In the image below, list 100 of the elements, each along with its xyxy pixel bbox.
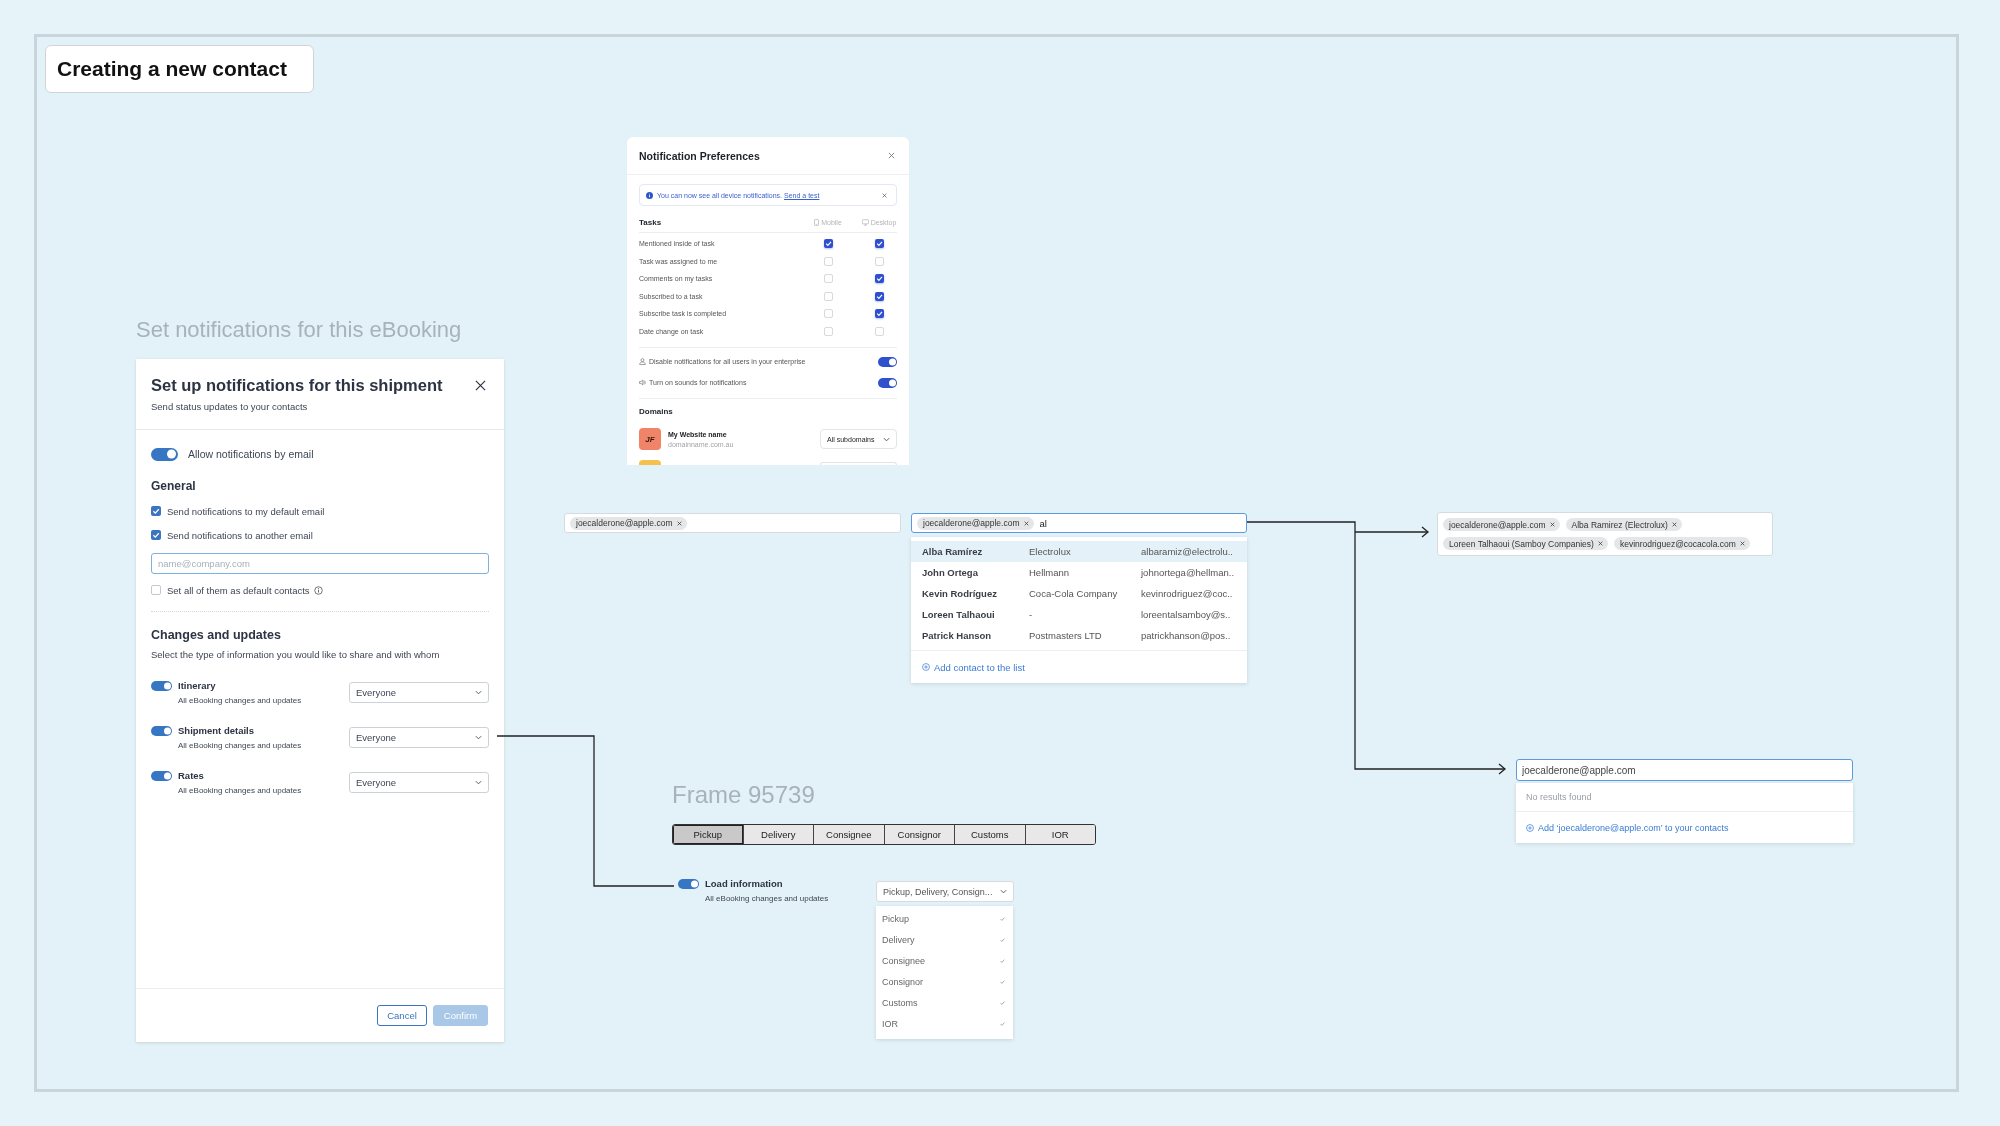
board-title: Creating a new contact	[45, 45, 314, 93]
checkbox[interactable]	[874, 326, 884, 336]
toggle-description: All eBooking changes and updates	[705, 893, 829, 905]
checkbox[interactable]	[874, 274, 884, 284]
section-heading: Domains	[639, 406, 674, 418]
chip-label: joecalderone@apple.com	[576, 518, 673, 528]
phone-icon	[814, 218, 820, 226]
toggle-label: Rates	[178, 770, 205, 782]
toggle-switch[interactable]	[878, 377, 897, 388]
email-search-field[interactable]: joecalderone@apple.com	[1516, 759, 1853, 781]
checkbox[interactable]	[151, 585, 161, 595]
toggle-description: All eBooking changes and updates	[178, 695, 302, 707]
checkbox[interactable]	[823, 326, 833, 336]
toggle-description: All eBooking changes and updates	[178, 740, 302, 752]
option-label[interactable]: Delivery	[882, 935, 915, 945]
section-heading: General	[151, 479, 197, 493]
option-label[interactable]: Consignee	[882, 956, 926, 966]
toggle-description: All eBooking changes and updates	[178, 785, 302, 797]
chevron-down-icon	[475, 780, 482, 785]
tab[interactable]: Customs	[954, 825, 1025, 844]
tab[interactable]: Delivery	[742, 825, 813, 844]
monitor-icon	[861, 218, 869, 226]
chevron-down-icon	[475, 690, 482, 695]
contacts-field[interactable]: joecalderone@apple.com Alba Ramirez (Electrolux) Loreen Talhaoui (Samboy Companies) kevinrodriguez@cocacola.com	[1437, 512, 1773, 556]
panel-title: Notification Preferences	[639, 149, 760, 162]
remove-icon[interactable]	[676, 520, 682, 526]
dialog-title: Set up notifications for this shipment	[151, 375, 443, 395]
remove-icon[interactable]	[1671, 522, 1677, 527]
checkbox[interactable]	[823, 239, 833, 249]
checkbox[interactable]	[823, 256, 833, 266]
checkbox[interactable]	[823, 309, 833, 319]
search-input[interactable]: al	[1039, 517, 1054, 529]
toggle-label: Itinerary	[178, 680, 217, 692]
email-field[interactable]: joecalderone@apple.com	[564, 513, 901, 533]
checkbox[interactable]	[874, 239, 884, 249]
cancel-button[interactable]: Cancel	[377, 1005, 427, 1026]
toggle-label: Shipment details	[178, 725, 255, 737]
toggle-label: Load information	[705, 878, 784, 890]
search-field[interactable]: joecalderone@apple.com al	[911, 513, 1247, 533]
checkbox[interactable]	[874, 256, 884, 266]
domain-logo: JF	[639, 428, 661, 450]
section-heading: Changes and updates	[151, 627, 282, 643]
contact-option[interactable]: Alba Ramírez Electrolux albaramiz@electrolu..	[911, 541, 1247, 562]
remove-icon[interactable]	[1739, 541, 1745, 546]
frame-caption: Frame 95739	[672, 781, 816, 809]
checkbox-label: Send notifications to another email	[167, 529, 313, 541]
section-description: Select the type of information you would like to share and with whom	[151, 648, 441, 662]
close-icon[interactable]	[475, 379, 486, 391]
audience-select[interactable]: Everyone	[349, 682, 489, 703]
toggle-switch[interactable]	[678, 879, 699, 889]
logo-icon	[639, 460, 661, 465]
user-icon	[639, 358, 646, 365]
checkbox-label: Set all of them as default contacts	[167, 584, 310, 596]
checkbox[interactable]	[151, 506, 161, 516]
audience-select[interactable]: Everyone	[349, 772, 489, 793]
tab[interactable]: IOR	[1024, 825, 1095, 844]
tab[interactable]: Pickup	[673, 825, 743, 844]
chip-label: Alba Ramirez (Electrolux)	[1571, 519, 1668, 530]
contact-option[interactable]: John Ortega Hellmann johnortega@hellman..	[911, 562, 1247, 583]
toggle-switch[interactable]	[151, 771, 172, 781]
contact-option[interactable]: Kevin Rodríguez Coca-Cola Company kevinrodriguez@coc..	[911, 583, 1247, 604]
option-label[interactable]: Consignor	[882, 977, 924, 987]
checkbox[interactable]	[823, 291, 833, 301]
add-circle-icon	[922, 663, 930, 671]
chevron-down-icon	[475, 735, 482, 740]
dialog-subtitle: Send status updates to your contacts	[151, 400, 309, 414]
toggle-switch[interactable]	[151, 447, 178, 461]
tab[interactable]: Consignee	[813, 825, 884, 844]
checkbox[interactable]	[151, 530, 161, 540]
toggle-switch[interactable]	[151, 726, 172, 736]
toggle-switch[interactable]	[151, 681, 172, 691]
option-label[interactable]: IOR	[882, 1019, 898, 1029]
speaker-icon	[639, 379, 646, 386]
info-icon	[646, 191, 653, 199]
checkbox[interactable]	[874, 309, 884, 319]
checkbox-label: Send notifications to my default email	[167, 505, 325, 517]
chevron-down-icon	[883, 436, 890, 442]
contact-option[interactable]: Patrick Hanson Postmasters LTD patrickhanson@pos..	[911, 625, 1247, 646]
checkbox[interactable]	[874, 291, 884, 301]
toggle-label: Allow notifications by email	[188, 448, 314, 460]
add-contact-link[interactable]: Add contact to the list	[922, 661, 1025, 673]
remove-icon[interactable]	[1549, 522, 1555, 527]
add-contact-link[interactable]: Add ‘joecalderone@apple.com’ to your contacts	[1526, 822, 1729, 833]
chevron-down-icon	[1000, 889, 1007, 894]
option-label[interactable]: Customs	[882, 998, 918, 1008]
audience-select[interactable]: Everyone	[349, 727, 489, 748]
checkbox[interactable]	[823, 274, 833, 284]
chip-label: kevinrodriguez@cocacola.com	[1619, 538, 1736, 549]
email-input[interactable]: name@company.com	[151, 553, 489, 574]
contact-option[interactable]: Loreen Talhaoui - loreentalsamboy@s..	[911, 604, 1247, 625]
remove-icon[interactable]	[1023, 520, 1029, 526]
chip-label: joecalderone@apple.com	[923, 518, 1020, 528]
chip-label: joecalderone@apple.com	[1449, 519, 1546, 530]
section-heading: Tasks	[639, 217, 663, 227]
tab[interactable]: Consignor	[883, 825, 954, 844]
toggle-switch[interactable]	[878, 356, 897, 367]
frame-caption: Set notifications for this eBooking	[136, 317, 462, 343]
multi-select[interactable]: Pickup, Delivery, Consign...	[876, 881, 1014, 902]
option-label[interactable]: Pickup	[882, 914, 909, 924]
remove-icon[interactable]	[1597, 541, 1603, 546]
